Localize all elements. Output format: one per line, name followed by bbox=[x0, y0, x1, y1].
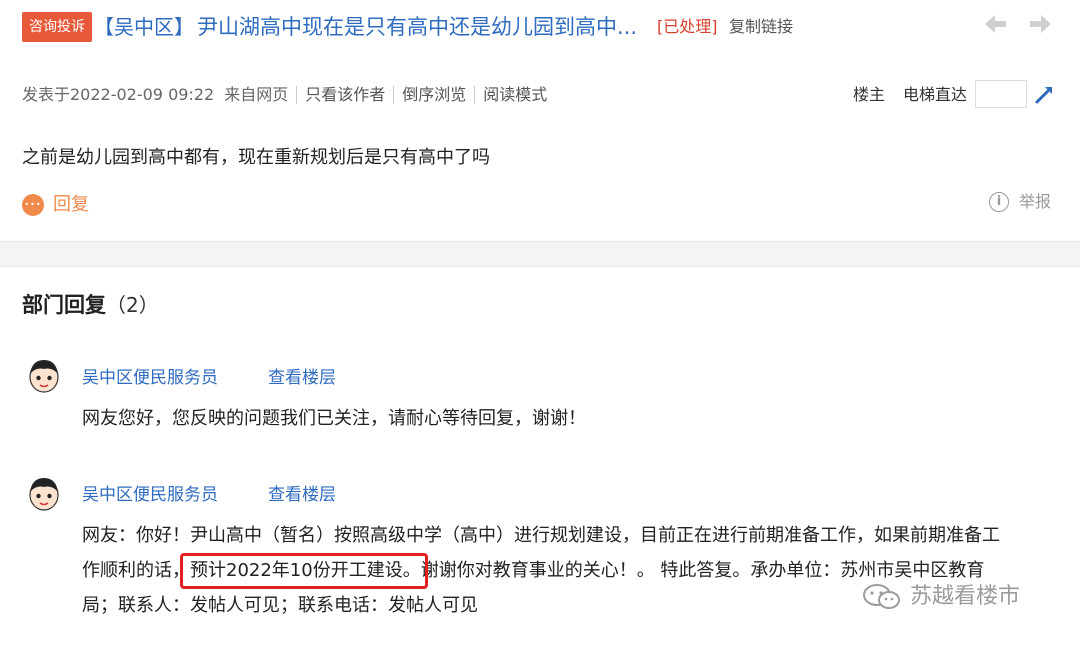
category-badge: 咨询投诉 bbox=[22, 12, 92, 42]
divider bbox=[474, 86, 476, 104]
post-date: 发表于2022-02-09 09:22 bbox=[22, 85, 215, 104]
watermark: 苏越看楼市 bbox=[862, 582, 1020, 612]
post-meta-bar: 发表于2022-02-09 09:22 来自网页 只看该作者 倒序浏览 阅读模式 bbox=[22, 83, 547, 107]
only-author-link[interactable]: 只看该作者 bbox=[305, 83, 385, 107]
wechat-icon bbox=[862, 582, 902, 612]
reply-button[interactable]: 回复 bbox=[22, 192, 89, 218]
thread-title[interactable]: 尹山湖高中现在是只有高中还是幼儿园到高中... bbox=[197, 13, 637, 41]
reading-mode-link[interactable]: 阅读模式 bbox=[483, 83, 547, 107]
reverse-order-link[interactable]: 倒序浏览 bbox=[402, 83, 466, 107]
report-label: 举报 bbox=[1019, 192, 1052, 211]
reply-line: 网友：你好！尹山高中（暂名）按照高级中学（高中）进行规划建设，目前正在进行前期准… bbox=[82, 525, 1000, 546]
post-content: 之前是幼儿园到高中都有，现在重新规划后是只有高中了吗 bbox=[22, 147, 490, 168]
next-thread-arrow-icon[interactable] bbox=[1028, 12, 1054, 36]
report-button[interactable]: i 举报 bbox=[989, 190, 1051, 214]
view-floor-link[interactable]: 查看楼层 bbox=[268, 366, 336, 390]
watermark-text: 苏越看楼市 bbox=[910, 584, 1021, 609]
district-tag[interactable]: 【吴中区】 bbox=[94, 13, 194, 41]
copy-link-button[interactable]: 复制链接 bbox=[729, 16, 793, 38]
view-floor-link[interactable]: 查看楼层 bbox=[268, 483, 336, 507]
reply-text: 网友您好，您反映的问题我们已关注，请耐心等待回复，谢谢！ bbox=[82, 401, 586, 436]
jump-to-floor-label: 电梯直达 bbox=[903, 85, 968, 104]
reply-author[interactable]: 吴中区便民服务员 bbox=[82, 366, 218, 390]
reply-label: 回复 bbox=[53, 194, 89, 215]
divider bbox=[393, 86, 395, 104]
post-source: 来自网页 bbox=[224, 85, 289, 104]
section-title-text: 部门回复 bbox=[22, 293, 106, 317]
floor-number-input[interactable] bbox=[975, 80, 1027, 108]
info-icon: i bbox=[989, 192, 1009, 212]
status-label: [已处理] bbox=[657, 17, 718, 36]
floor-owner-label: 楼主 bbox=[853, 85, 886, 104]
reply-count: （2） bbox=[106, 293, 159, 317]
highlight-annotation-box bbox=[180, 553, 428, 589]
avatar[interactable] bbox=[26, 357, 62, 395]
chat-bubble-icon bbox=[22, 194, 44, 216]
prev-thread-arrow-icon[interactable] bbox=[982, 12, 1008, 36]
department-replies-title: 部门回复（2） bbox=[22, 290, 159, 320]
divider bbox=[296, 86, 298, 104]
reply-author[interactable]: 吴中区便民服务员 bbox=[82, 483, 218, 507]
go-arrow-icon[interactable] bbox=[1034, 83, 1056, 105]
avatar[interactable] bbox=[26, 475, 62, 513]
section-divider bbox=[0, 241, 1080, 267]
reply-line: 网友您好，您反映的问题我们已关注，请耐心等待回复，谢谢！ bbox=[82, 408, 586, 429]
